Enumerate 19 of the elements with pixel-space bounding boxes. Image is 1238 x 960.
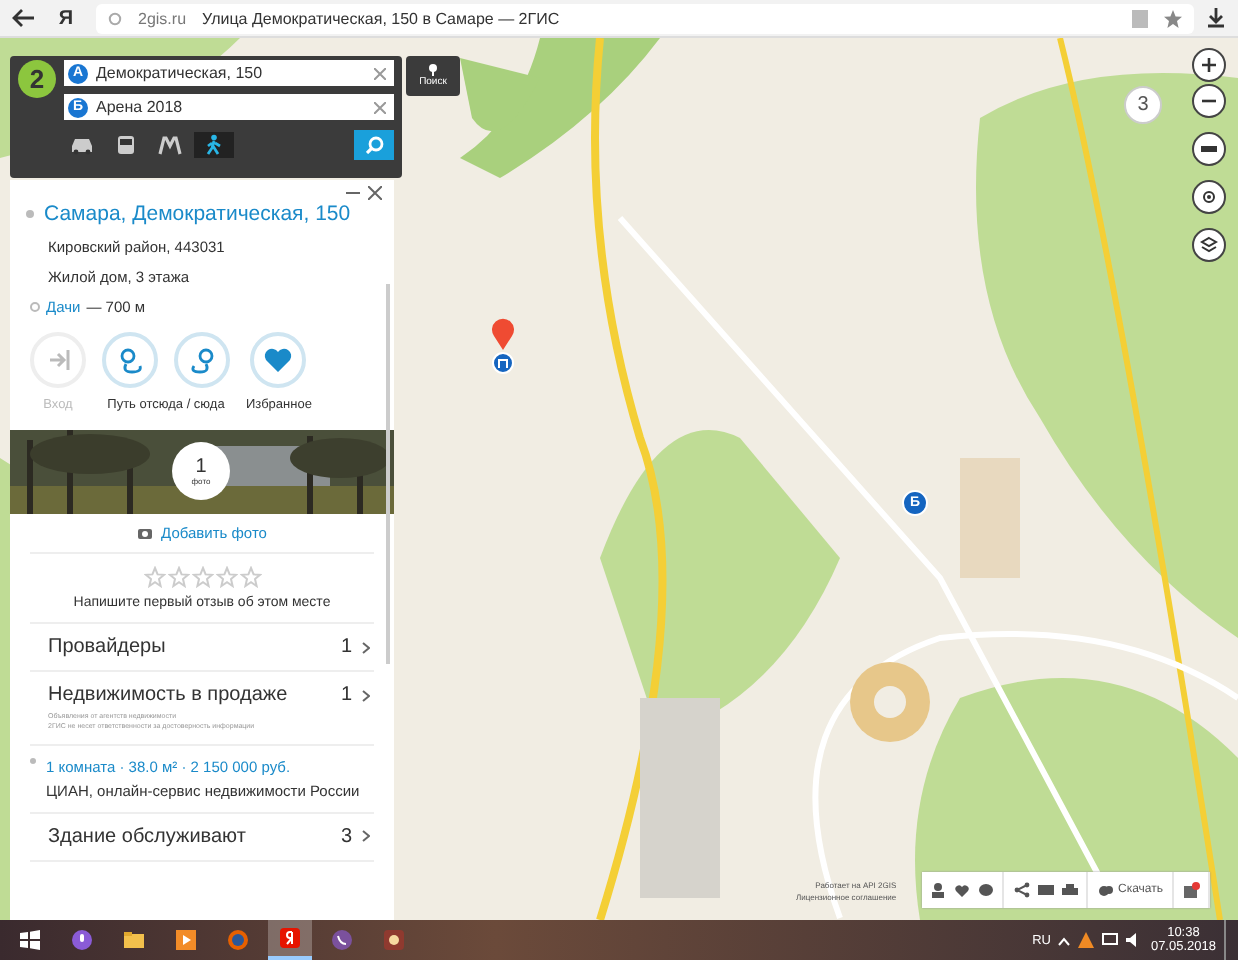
windows-icon bbox=[20, 930, 40, 950]
folder-icon bbox=[122, 928, 146, 952]
taskbar-app[interactable] bbox=[268, 920, 312, 960]
star-icon[interactable] bbox=[1164, 9, 1182, 27]
show-desktop-icon[interactable] bbox=[1224, 920, 1230, 960]
network-icon[interactable] bbox=[1102, 932, 1119, 948]
app-icon bbox=[174, 928, 198, 952]
browser-logo[interactable]: Я bbox=[48, 7, 84, 29]
back-icon[interactable] bbox=[12, 8, 36, 28]
app-icon bbox=[330, 928, 354, 952]
app-icon bbox=[226, 928, 250, 952]
site-domain: 2gis.ru bbox=[138, 9, 187, 27]
download-icon[interactable] bbox=[1206, 8, 1226, 28]
app-icon bbox=[382, 928, 406, 952]
page-title: Улица Демократическая, 150 в Самаре — 2ГИС bbox=[202, 9, 560, 27]
warning-icon[interactable] bbox=[1078, 932, 1095, 948]
app-icon bbox=[278, 926, 302, 950]
microphone-icon bbox=[72, 930, 92, 950]
address-bar[interactable]: 2gis.ru Улица Демократическая, 150 в Самаре — 2ГИС bbox=[96, 3, 1194, 33]
